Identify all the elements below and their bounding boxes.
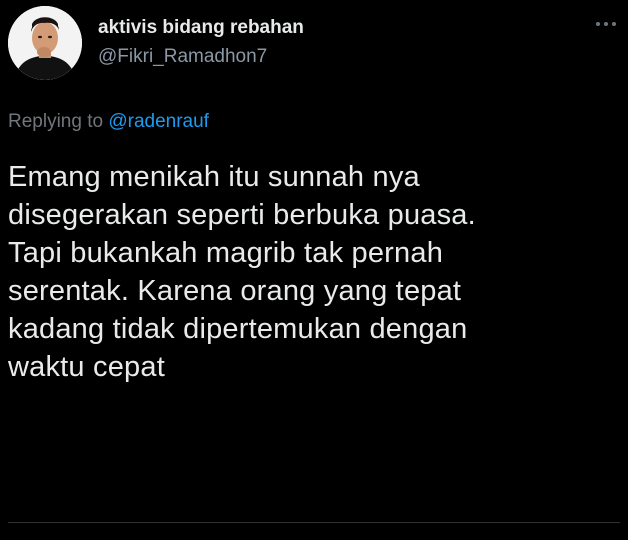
divider (8, 522, 620, 523)
user-handle[interactable]: @Fikri_Ramadhon7 (98, 46, 267, 68)
avatar[interactable] (8, 6, 82, 80)
replying-to: Replying to @radenrauf (8, 111, 209, 133)
tweet-text-line: kadang tidak dipertemukan dengan (8, 313, 468, 345)
more-horizontal-icon[interactable] (592, 14, 620, 34)
tweet-text: Emang menikah itu sunnah nya disegerakan… (8, 158, 608, 386)
tweet-text-line: disegerakan seperti berbuka puasa. (8, 199, 476, 231)
tweet-text-line: serentak. Karena orang yang tepat (8, 275, 462, 307)
tweet-card: aktivis bidang rebahan @Fikri_Ramadhon7 … (0, 0, 628, 540)
tweet-text-line: waktu cepat (8, 351, 165, 383)
replying-mention-link[interactable]: @radenrauf (108, 111, 209, 132)
display-name[interactable]: aktivis bidang rebahan (98, 17, 304, 39)
avatar-image (8, 6, 82, 80)
tweet-text-line: Tapi bukankah magrib tak pernah (8, 237, 444, 269)
tweet-text-line: Emang menikah itu sunnah nya (8, 161, 420, 193)
replying-prefix: Replying to (8, 111, 104, 132)
